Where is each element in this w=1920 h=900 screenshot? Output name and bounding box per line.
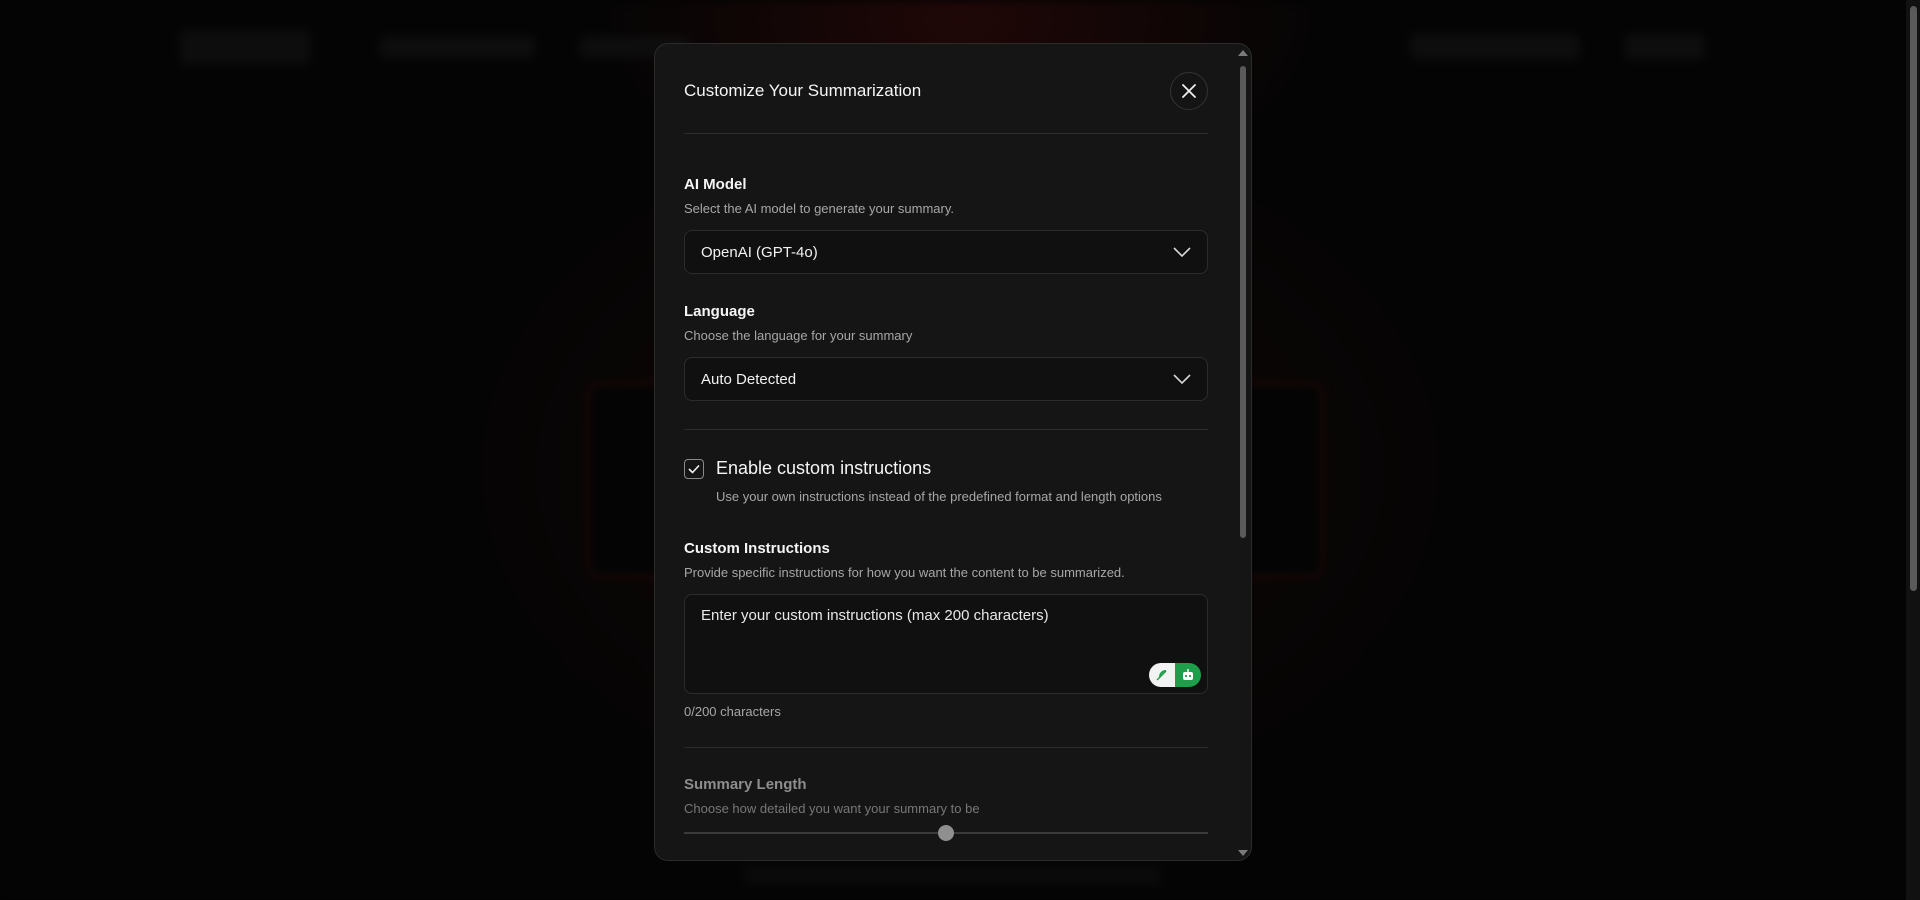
ai-model-section: AI Model Select the AI model to generate… bbox=[684, 176, 1208, 274]
character-count: 0/200 characters bbox=[684, 704, 781, 719]
modal-title: Customize Your Summarization bbox=[684, 80, 922, 100]
divider bbox=[684, 747, 1208, 748]
page-scrollbar-thumb[interactable] bbox=[1910, 6, 1917, 591]
custom-instructions-section: Custom Instructions Provide specific ins… bbox=[684, 540, 1208, 719]
page-scrollbar[interactable] bbox=[1906, 0, 1920, 900]
language-section: Language Choose the language for your su… bbox=[684, 303, 1208, 401]
ai-model-selected-value: OpenAI (GPT-4o) bbox=[701, 243, 818, 261]
modal-content: Customize Your Summarization AI Model Se… bbox=[684, 44, 1208, 841]
enable-custom-instructions-checkbox[interactable] bbox=[684, 458, 704, 479]
summary-length-slider-thumb[interactable] bbox=[938, 825, 954, 841]
summarization-modal: Customize Your Summarization AI Model Se… bbox=[654, 43, 1252, 861]
language-select[interactable]: Auto Detected bbox=[684, 357, 1208, 401]
feather-icon bbox=[1156, 670, 1167, 681]
scroll-up-arrow-icon[interactable] bbox=[1238, 50, 1248, 56]
custom-instructions-placeholder: Enter your custom instructions (max 200 … bbox=[701, 607, 1049, 624]
custom-instructions-description: Provide specific instructions for how yo… bbox=[684, 565, 1125, 580]
language-description: Choose the language for your summary bbox=[684, 328, 913, 343]
summary-length-section: Summary Length Choose how detailed you w… bbox=[684, 776, 1208, 841]
checkmark-icon bbox=[688, 464, 700, 474]
robot-icon bbox=[1183, 669, 1193, 680]
chevron-down-icon bbox=[1173, 374, 1191, 384]
ai-model-description: Select the AI model to generate your sum… bbox=[684, 201, 955, 216]
ai-model-title: AI Model bbox=[684, 176, 747, 193]
scroll-down-arrow-icon[interactable] bbox=[1238, 850, 1248, 856]
chevron-down-icon bbox=[1173, 247, 1191, 257]
summary-length-description: Choose how detailed you want your summar… bbox=[684, 801, 980, 816]
summary-length-title: Summary Length bbox=[684, 776, 807, 793]
enable-custom-instructions-row[interactable]: Enable custom instructions bbox=[684, 458, 1208, 479]
custom-instructions-toggle-section: Enable custom instructions Use your own … bbox=[684, 458, 1208, 504]
close-icon bbox=[1182, 83, 1196, 98]
enable-custom-instructions-label: Enable custom instructions bbox=[716, 458, 932, 478]
custom-instructions-textarea[interactable]: Enter your custom instructions (max 200 … bbox=[684, 594, 1208, 694]
language-title: Language bbox=[684, 303, 755, 320]
modal-scrollbar[interactable] bbox=[1237, 48, 1249, 858]
summary-length-slider[interactable] bbox=[684, 825, 1208, 841]
custom-instructions-title: Custom Instructions bbox=[684, 540, 830, 557]
extension-tool-pill[interactable] bbox=[1149, 663, 1201, 687]
grammar-extension-button[interactable] bbox=[1149, 663, 1175, 687]
language-selected-value: Auto Detected bbox=[701, 370, 797, 388]
enable-custom-instructions-description: Use your own instructions instead of the… bbox=[716, 489, 1162, 504]
modal-header: Customize Your Summarization bbox=[684, 44, 1208, 134]
ai-model-select[interactable]: OpenAI (GPT-4o) bbox=[684, 230, 1208, 274]
modal-scrollbar-thumb[interactable] bbox=[1240, 66, 1246, 538]
close-button[interactable] bbox=[1170, 71, 1208, 110]
divider bbox=[684, 429, 1208, 430]
ai-assistant-extension-button[interactable] bbox=[1175, 663, 1201, 687]
